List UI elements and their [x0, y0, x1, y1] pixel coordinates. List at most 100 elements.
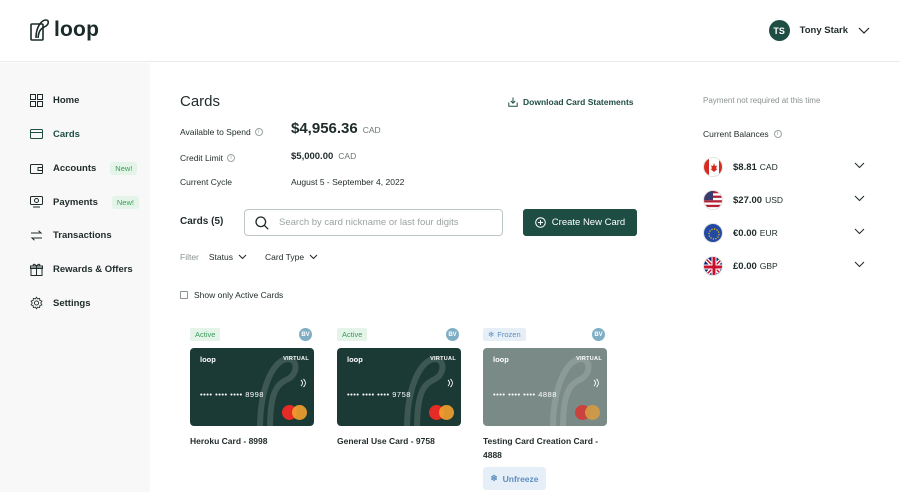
sidebar-item-payments[interactable]: Payments New! — [30, 192, 139, 212]
payment-note: Payment not required at this time — [703, 96, 821, 105]
gear-icon — [30, 296, 43, 310]
sidebar-item-label: Payments — [53, 196, 98, 208]
card-face[interactable]: loop VIRTUAL •••• •••• •••• 9758 — [337, 348, 461, 426]
search-icon — [255, 215, 269, 230]
gb-flag-icon — [703, 256, 723, 276]
balance-row-cad[interactable]: $8.81 CAD — [703, 156, 865, 178]
card-type-label: VIRTUAL — [283, 356, 309, 362]
balance-row-gbp[interactable]: £0.00 GBP — [703, 255, 865, 277]
payments-icon — [30, 196, 43, 209]
plus-circle-icon — [534, 217, 546, 228]
page-title: Cards — [180, 93, 221, 110]
sidebar-item-label: Transactions — [53, 229, 112, 241]
logo-text: loop — [54, 18, 100, 41]
search-box[interactable] — [244, 209, 503, 236]
card-name: Testing Card Creation Card - 4888 — [483, 436, 599, 460]
info-icon[interactable]: i — [226, 154, 235, 162]
card-name: General Use Card - 9758 — [337, 436, 435, 446]
chevron-down-icon — [238, 254, 247, 260]
grid-icon — [30, 93, 43, 107]
credit-limit-label: Credit Limit i — [180, 153, 235, 163]
new-badge: New! — [110, 161, 138, 175]
active-only-toggle[interactable]: Show only Active Cards — [180, 290, 283, 300]
card-brand: loop — [347, 355, 363, 364]
mastercard-icon — [282, 405, 308, 420]
info-icon[interactable]: i — [254, 128, 263, 136]
sidebar-item-label: Home — [53, 94, 80, 106]
transfer-arrows-icon — [30, 229, 43, 242]
loop-logo[interactable]: loop — [30, 18, 99, 42]
download-label: Download Card Statements — [523, 97, 634, 107]
sidebar-item-rewards[interactable]: Rewards & Offers — [30, 259, 133, 279]
unfreeze-button[interactable]: ❄ Unfreeze — [483, 467, 546, 490]
credit-limit-value: $5,000.00 CAD — [291, 151, 357, 162]
create-label: Create New Card — [551, 217, 626, 228]
mastercard-icon — [429, 405, 455, 420]
card-number: •••• •••• •••• 9758 — [347, 390, 411, 399]
info-icon[interactable]: i — [773, 130, 782, 138]
sidebar-item-accounts[interactable]: Accounts New! — [30, 158, 138, 178]
sidebar-item-label: Rewards & Offers — [53, 263, 133, 275]
balance-row-usd[interactable]: $27.00 USD — [703, 189, 865, 211]
sidebar-item-label: Settings — [53, 297, 91, 309]
cycle-label: Current Cycle — [180, 177, 232, 187]
chevron-down-icon[interactable] — [854, 162, 865, 169]
chevron-down-icon[interactable] — [854, 228, 865, 235]
card-brand: loop — [200, 355, 216, 364]
credit-card-icon — [30, 128, 43, 141]
download-icon — [508, 97, 518, 107]
card-face[interactable]: loop VIRTUAL •••• •••• •••• 4888 — [483, 348, 607, 426]
card-type-label: VIRTUAL — [430, 356, 456, 362]
chevron-down-icon — [309, 254, 318, 260]
card-type-label: VIRTUAL — [576, 356, 602, 362]
sidebar-item-home[interactable]: Home — [30, 90, 79, 110]
snowflake-icon: ❄ — [490, 473, 498, 483]
available-value: $4,956.36 CAD — [291, 120, 381, 137]
card-number: •••• •••• •••• 8998 — [200, 390, 264, 399]
user-menu[interactable]: TS Tony Stark — [768, 20, 870, 41]
cardholder-initials-badge: BV — [299, 328, 312, 341]
chevron-down-icon[interactable] — [858, 27, 870, 35]
sidebar: Home Cards Accounts New! Payments New! T… — [0, 63, 150, 492]
balance-row-eur[interactable]: €0.00 EUR — [703, 222, 865, 244]
contactless-icon — [447, 378, 453, 388]
status-badge: ❄ Frozen — [483, 328, 526, 341]
filter-label: Filter — [180, 252, 199, 262]
status-badge: Active — [190, 328, 221, 341]
chevron-down-icon[interactable] — [854, 261, 865, 268]
snowflake-icon: ❄ — [488, 330, 495, 339]
filter-row: Filter Status Card Type — [180, 252, 326, 262]
sidebar-item-label: Accounts — [53, 162, 97, 174]
card-number: •••• •••• •••• 4888 — [493, 390, 557, 399]
us-flag-icon — [703, 190, 723, 210]
balances-title: Current Balances i — [703, 129, 782, 139]
card-type-filter-dropdown[interactable]: Card Type — [265, 252, 318, 262]
mastercard-icon — [575, 405, 601, 420]
top-header: loop TS Tony Stark — [0, 0, 900, 62]
avatar: TS — [768, 20, 790, 41]
wallet-icon — [30, 162, 43, 175]
active-only-checkbox[interactable] — [180, 291, 188, 299]
cycle-value: August 5 - September 4, 2022 — [291, 177, 405, 187]
available-label: Available to Spend i — [180, 127, 263, 137]
download-statements-button[interactable]: Download Card Statements — [508, 97, 634, 107]
eu-flag-icon — [703, 223, 723, 243]
active-only-label: Show only Active Cards — [194, 290, 284, 300]
new-badge: New! — [111, 195, 139, 209]
user-name: Tony Stark — [799, 25, 848, 36]
card-brand: loop — [493, 355, 509, 364]
ca-flag-icon — [703, 157, 723, 177]
card-face[interactable]: loop VIRTUAL •••• •••• •••• 8998 — [190, 348, 314, 426]
unfreeze-label: Unfreeze — [502, 473, 539, 484]
gift-icon — [30, 263, 43, 276]
sidebar-item-cards[interactable]: Cards — [30, 124, 80, 144]
search-input[interactable] — [279, 217, 489, 228]
sidebar-item-settings[interactable]: Settings — [30, 293, 90, 313]
status-badge: Active — [337, 328, 368, 341]
chevron-down-icon[interactable] — [854, 195, 865, 202]
cardholder-initials-badge: BV — [592, 328, 605, 341]
sidebar-item-transactions[interactable]: Transactions — [30, 225, 112, 245]
contactless-icon — [593, 378, 599, 388]
status-filter-dropdown[interactable]: Status — [209, 252, 247, 262]
create-new-card-button[interactable]: Create New Card — [523, 209, 637, 236]
